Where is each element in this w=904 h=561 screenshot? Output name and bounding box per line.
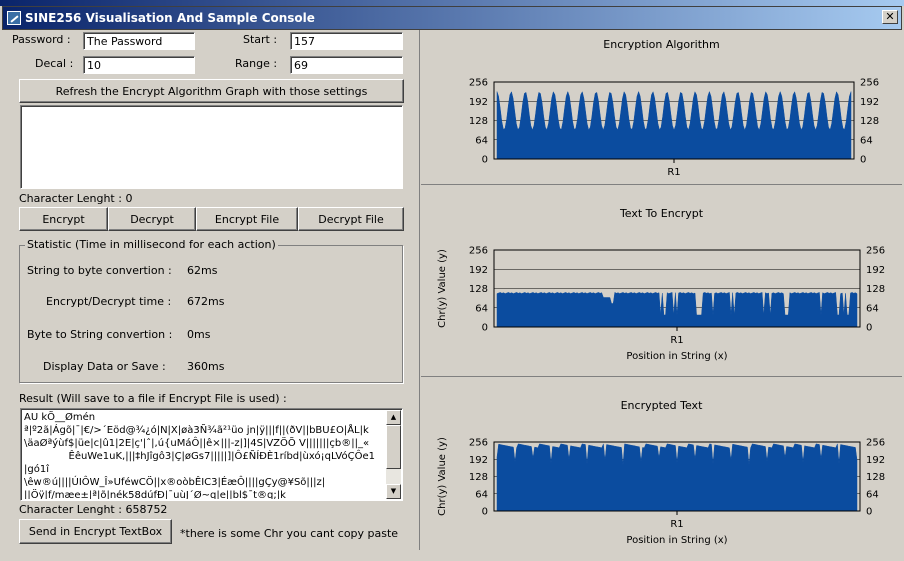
text-chart-panel: Text To Encrypt Chr(y) Value (y) 0 0 64 64 12…	[421, 186, 902, 376]
result-line: ª|º2ã|Ágõ|¯|€/>´Eöd@¾¿ó|N|X|øà3Ñ¾ã²¹üo j…	[24, 425, 369, 436]
y-tick-label-left: 192	[469, 97, 488, 108]
y-tick-label-left: 128	[469, 116, 488, 127]
x-category-label: R1	[667, 167, 680, 178]
input-char-length: Character Lenght : 0	[19, 192, 133, 205]
decrypt-file-button[interactable]: Decrypt File	[298, 207, 404, 231]
result-label: Result (Will save to a file if Encrypt F…	[19, 392, 287, 405]
scroll-up-icon[interactable]: ▲	[386, 410, 401, 425]
y-tick-label-left: 128	[469, 284, 488, 295]
stat-display-label: Display Data or Save :	[43, 360, 166, 373]
x-axis-label: Position in String (x)	[626, 351, 727, 362]
y-tick-label-left: 64	[475, 489, 488, 500]
x-category-label: R1	[670, 519, 683, 530]
close-button[interactable]: ✕	[882, 10, 898, 24]
result-text: AU kÕ__Ømén ª|º2ã|Ágõ|¯|€/>´Eöd@¾¿ó|N|X|ø…	[21, 409, 386, 499]
result-line: |gó1î	[24, 464, 49, 475]
y-tick-label-left: 0	[482, 323, 488, 334]
scroll-down-icon[interactable]: ▼	[386, 484, 401, 499]
encrypt-file-button[interactable]: Encrypt File	[196, 207, 298, 231]
y-tick-label-right: 256	[866, 246, 885, 257]
x-axis-label: Position in String (x)	[626, 535, 727, 546]
y-tick-label-right: 64	[866, 489, 879, 500]
y-tick-label-left: 256	[469, 438, 488, 449]
panel-divider	[419, 30, 420, 550]
encryption-chart: 0 0 64 64 128 128 192 192 256 256 R1	[469, 78, 879, 179]
y-tick-label-right: 192	[866, 455, 885, 466]
result-scrollbar[interactable]: ▲ ▼	[386, 410, 401, 499]
y-tick-label-left: 192	[469, 455, 488, 466]
y-tick-label-left: 0	[482, 155, 488, 166]
y-axis-label: Chr(y) Value (y)	[437, 437, 448, 516]
result-line: \äaØªýùf$|üe|c|û1|2E|ç'|ˆ|,ú{uMáÔ||ê×|||…	[24, 438, 370, 449]
send-to-encrypt-button[interactable]: Send in Encrypt TextBox	[19, 519, 172, 544]
y-tick-label-right: 128	[866, 284, 885, 295]
refresh-graph-button[interactable]: Refresh the Encrypt Algorithm Graph with…	[19, 79, 404, 103]
y-tick-label-left: 128	[469, 472, 488, 483]
stat-encrypt-time-label: Encrypt/Decrypt time :	[46, 295, 172, 308]
y-tick-label-right: 192	[860, 97, 879, 108]
y-tick-label-right: 0	[866, 507, 872, 518]
y-tick-label-right: 128	[860, 116, 879, 127]
statistic-legend: Statistic (Time in millisecond for each …	[25, 238, 278, 251]
stat-byte-to-string-value: 0ms	[187, 328, 211, 341]
decal-label: Decal :	[35, 57, 74, 70]
y-tick-label-left: 64	[475, 303, 488, 314]
result-line: AU kÕ__Ømén	[24, 412, 96, 423]
result-line: ||Öÿ|f/mæe±|ª|õ|nék58dúfÐ|¯uùJ´Ø~q|e||bl…	[24, 490, 286, 499]
result-line: ÊêuWe1uK,|||‡hJîgô3|Ç|øGs7|||||]|Ô£ÑÍÐÈ1…	[24, 451, 375, 462]
y-tick-label-left: 192	[469, 265, 488, 276]
app-icon	[7, 11, 21, 25]
y-tick-label-right: 192	[866, 265, 885, 276]
data-area	[496, 90, 852, 160]
chart-separator-1	[421, 184, 902, 185]
stat-encrypt-time-value: 672ms	[187, 295, 225, 308]
range-field[interactable]: 69	[290, 56, 403, 74]
y-tick-label-right: 64	[866, 303, 879, 314]
y-tick-label-left: 256	[469, 246, 488, 257]
data-area	[496, 292, 858, 328]
y-tick-label-left: 0	[482, 507, 488, 518]
y-tick-label-left: 256	[469, 78, 488, 89]
chart-separator-2	[421, 376, 902, 377]
encrypted-chart-panel: Encrypted Text Chr(y) Value (y) 0 0 64 64 128…	[421, 378, 902, 550]
decal-field[interactable]: 10	[83, 56, 195, 74]
y-tick-label-right: 256	[860, 78, 879, 89]
result-char-length: Character Lenght : 658752	[19, 503, 168, 516]
result-textbox[interactable]: AU kÕ__Ømén ª|º2ã|Ágõ|¯|€/>´Eöd@¾¿ó|N|X|ø…	[20, 408, 403, 501]
start-label: Start :	[243, 33, 278, 46]
encryption-chart-panel: Encryption Algorithm 0 0 64 64 128 128 192 192 2…	[421, 30, 902, 184]
start-field[interactable]: 157	[290, 32, 403, 50]
password-label: Password :	[12, 33, 71, 46]
y-tick-label-right: 0	[860, 155, 866, 166]
password-field[interactable]: The Password	[83, 32, 195, 50]
y-tick-label-right: 256	[866, 438, 885, 449]
y-tick-label-right: 0	[866, 323, 872, 334]
stat-string-to-byte-value: 62ms	[187, 264, 218, 277]
stat-display-value: 360ms	[187, 360, 225, 373]
result-line: \êw®ú||||ÚIÔW_Î»UféwCÖ||x®oòbÊIC3|ÉæÔ|||…	[24, 477, 326, 488]
scroll-thumb[interactable]	[386, 425, 401, 469]
decrypt-button[interactable]: Decrypt	[108, 207, 196, 231]
window-titlebar[interactable]: SINE256 Visualisation And Sample Console…	[2, 6, 902, 30]
stat-byte-to-string-label: Byte to String convertion :	[27, 328, 173, 341]
y-tick-label-right: 64	[860, 135, 873, 146]
y-tick-label-right: 128	[866, 472, 885, 483]
window-title: SINE256 Visualisation And Sample Console	[25, 11, 315, 25]
text-chart: Chr(y) Value (y) 0 0 64 64 128 128 192 192 256 256…	[437, 246, 885, 363]
input-textbox[interactable]	[20, 105, 403, 189]
x-category-label: R1	[670, 335, 683, 346]
y-axis-label: Chr(y) Value (y)	[437, 249, 448, 328]
stat-string-to-byte-label: String to byte convertion :	[27, 264, 172, 277]
copy-paste-note: *there is some Chr you cant copy paste	[180, 527, 399, 540]
range-label: Range :	[235, 57, 278, 70]
y-tick-label-left: 64	[475, 135, 488, 146]
data-area	[496, 442, 858, 512]
encrypt-button[interactable]: Encrypt	[19, 207, 108, 231]
encrypted-chart: Chr(y) Value (y) 0 0 64 64 128 128 192 192 256 256…	[437, 437, 885, 546]
